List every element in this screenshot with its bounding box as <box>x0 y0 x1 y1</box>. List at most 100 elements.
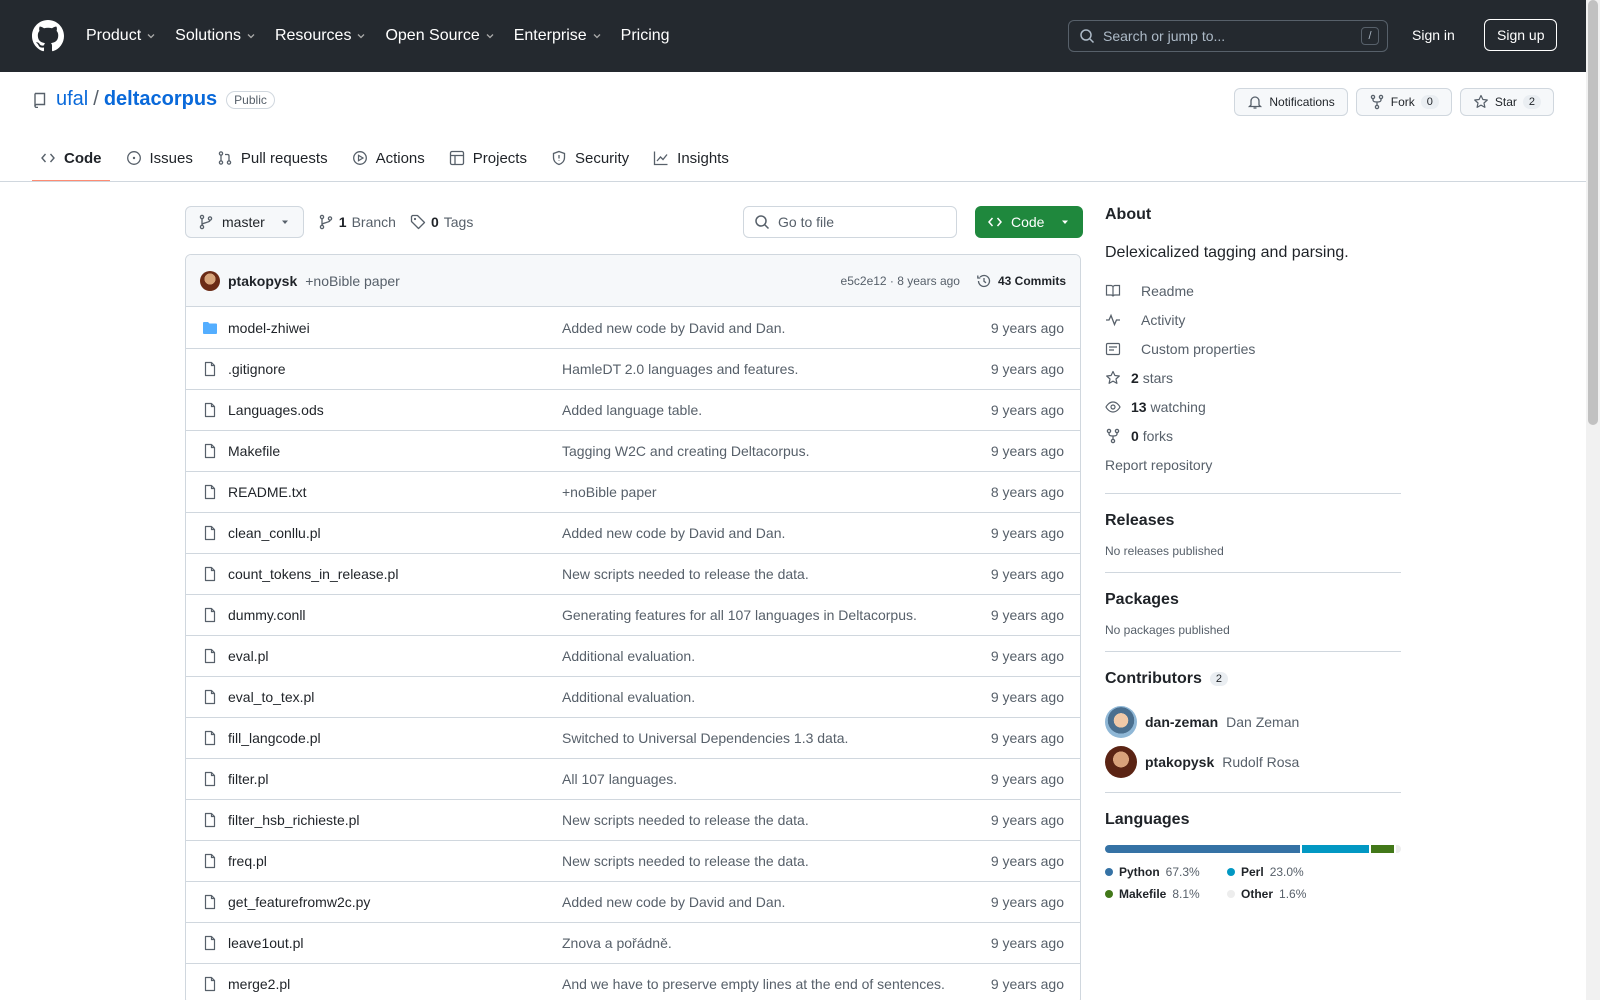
page-scrollbar[interactable] <box>1586 0 1600 1000</box>
commit-author-link[interactable]: ptakopysk <box>228 273 297 289</box>
file-row[interactable]: Languages.ods Added language table. 9 year… <box>186 389 1080 430</box>
file-name-link[interactable]: model-zhiwei <box>228 320 562 336</box>
nav-solutions[interactable]: Solutions <box>175 27 257 45</box>
file-name-link[interactable]: Makefile <box>228 443 562 459</box>
nav-product[interactable]: Product <box>86 27 157 45</box>
file-row[interactable]: fill_langcode.pl Switched to Universal De… <box>186 717 1080 758</box>
file-name-link[interactable]: dummy.conll <box>228 607 562 623</box>
language-item[interactable]: Makefile 8.1% <box>1105 883 1227 905</box>
global-search-input[interactable]: Search or jump to... / <box>1068 20 1388 52</box>
file-commit-message-link[interactable]: Additional evaluation. <box>562 689 991 705</box>
avatar[interactable] <box>200 270 220 291</box>
file-row[interactable]: .gitignore HamleDT 2.0 languages and feat… <box>186 348 1080 389</box>
file-name-link[interactable]: Languages.ods <box>228 402 562 418</box>
fork-button[interactable]: Fork 0 <box>1355 88 1452 116</box>
contributor-item[interactable]: dan-zeman Dan Zeman <box>1105 706 1401 738</box>
file-commit-message-link[interactable]: Additional evaluation. <box>562 648 991 664</box>
file-name-link[interactable]: get_featurefromw2c.py <box>228 894 562 910</box>
tags-link[interactable]: 0 Tags <box>410 214 473 230</box>
tab-projects[interactable]: Projects <box>441 140 535 176</box>
file-row[interactable]: Makefile Tagging W2C and creating Deltaco… <box>186 430 1080 471</box>
file-commit-message-link[interactable]: Switched to Universal Dependencies 1.3 d… <box>562 730 991 746</box>
file-row[interactable]: README.txt +noBible paper 8 years ago <box>186 471 1080 512</box>
file-row[interactable]: eval.pl Additional evaluation. 9 years ago <box>186 635 1080 676</box>
language-item[interactable]: Other 1.6% <box>1227 883 1349 905</box>
go-to-file-input[interactable]: Go to file <box>743 206 957 238</box>
scrollbar-thumb[interactable] <box>1588 0 1598 425</box>
file-row[interactable]: eval_to_tex.pl Additional evaluation. 9 ye… <box>186 676 1080 717</box>
branches-link[interactable]: 1 Branch <box>318 214 396 230</box>
file-name-link[interactable]: README.txt <box>228 484 562 500</box>
file-row[interactable]: clean_conllu.pl Added new code by David a… <box>186 512 1080 553</box>
packages-heading[interactable]: Packages <box>1105 591 1401 609</box>
file-name-link[interactable]: filter_hsb_richieste.pl <box>228 812 562 828</box>
file-name-link[interactable]: fill_langcode.pl <box>228 730 562 746</box>
tab-security[interactable]: Security <box>543 140 637 176</box>
file-commit-message-link[interactable]: New scripts needed to release the data. <box>562 566 991 582</box>
file-row[interactable]: count_tokens_in_release.pl New scripts ne… <box>186 553 1080 594</box>
file-row[interactable]: get_featurefromw2c.py Added new code by D… <box>186 881 1080 922</box>
file-commit-message-link[interactable]: Znova a pořádně. <box>562 935 991 951</box>
file-row[interactable]: leave1out.pl Znova a pořádně. 9 years ago <box>186 922 1080 963</box>
tab-pull-requests[interactable]: Pull requests <box>209 140 336 176</box>
tab-actions[interactable]: Actions <box>344 140 433 176</box>
file-row[interactable]: model-zhiwei Added new code by David and … <box>186 307 1080 348</box>
contributors-heading[interactable]: Contributors 2 <box>1105 670 1401 688</box>
file-commit-message-link[interactable]: Added language table. <box>562 402 991 418</box>
file-name-link[interactable]: .gitignore <box>228 361 562 377</box>
file-commit-message-link[interactable]: HamleDT 2.0 languages and features. <box>562 361 991 377</box>
file-name-link[interactable]: filter.pl <box>228 771 562 787</box>
sign-up-button[interactable]: Sign up <box>1484 19 1558 51</box>
file-name-link[interactable]: leave1out.pl <box>228 935 562 951</box>
github-logo-icon[interactable] <box>32 20 64 52</box>
file-name-link[interactable]: merge2.pl <box>228 976 562 992</box>
file-name-link[interactable]: eval.pl <box>228 648 562 664</box>
file-row[interactable]: filter.pl All 107 languages. 9 years ago <box>186 758 1080 799</box>
file-row[interactable]: dummy.conll Generating features for all 1… <box>186 594 1080 635</box>
notifications-button[interactable]: Notifications <box>1234 88 1348 116</box>
readme-link[interactable]: Readme <box>1105 276 1401 305</box>
language-item[interactable]: Python 67.3% <box>1105 861 1227 883</box>
nav-pricing[interactable]: Pricing <box>621 27 670 45</box>
file-commit-message-link[interactable]: Tagging W2C and creating Deltacorpus. <box>562 443 991 459</box>
file-name-link[interactable]: eval_to_tex.pl <box>228 689 562 705</box>
file-commit-message-link[interactable]: +noBible paper <box>562 484 991 500</box>
file-commit-message-link[interactable]: Added new code by David and Dan. <box>562 894 991 910</box>
activity-link[interactable]: Activity <box>1105 305 1401 334</box>
commit-message-link[interactable]: +noBible paper <box>305 273 400 289</box>
contributor-item[interactable]: ptakopysk Rudolf Rosa <box>1105 746 1401 778</box>
sign-in-link[interactable]: Sign in <box>1412 27 1455 43</box>
file-commit-message-link[interactable]: Generating features for all 107 language… <box>562 607 991 623</box>
file-row[interactable]: filter_hsb_richieste.pl New scripts neede… <box>186 799 1080 840</box>
commit-sha-age[interactable]: e5c2e12 · 8 years ago <box>841 274 960 288</box>
watching-link[interactable]: 13 watching <box>1105 392 1401 421</box>
repo-owner-link[interactable]: ufal <box>56 88 88 111</box>
repo-name-link[interactable]: deltacorpus <box>104 88 217 111</box>
report-repository-link[interactable]: Report repository <box>1105 450 1401 479</box>
file-row[interactable]: freq.pl New scripts needed to release the… <box>186 840 1080 881</box>
custom-properties-link[interactable]: Custom properties <box>1105 334 1401 363</box>
file-commit-message-link[interactable]: New scripts needed to release the data. <box>562 853 991 869</box>
commits-history-link[interactable]: 43 Commits <box>976 273 1066 289</box>
file-name-link[interactable]: count_tokens_in_release.pl <box>228 566 562 582</box>
file-commit-message-link[interactable]: New scripts needed to release the data. <box>562 812 991 828</box>
tab-code[interactable]: Code <box>32 140 110 182</box>
file-commit-message-link[interactable]: And we have to preserve empty lines at t… <box>562 976 991 992</box>
file-row[interactable]: merge2.pl And we have to preserve empty l… <box>186 963 1080 1000</box>
releases-heading[interactable]: Releases <box>1105 512 1401 530</box>
star-button[interactable]: Star 2 <box>1459 88 1554 116</box>
tab-insights[interactable]: Insights <box>645 140 737 176</box>
forks-link[interactable]: 0 forks <box>1105 421 1401 450</box>
language-item[interactable]: Perl 23.0% <box>1227 861 1349 883</box>
file-name-link[interactable]: clean_conllu.pl <box>228 525 562 541</box>
nav-enterprise[interactable]: Enterprise <box>514 27 603 45</box>
file-commit-message-link[interactable]: Added new code by David and Dan. <box>562 320 991 336</box>
tab-issues[interactable]: Issues <box>118 140 201 176</box>
code-dropdown-button[interactable]: Code <box>975 206 1083 238</box>
file-name-link[interactable]: freq.pl <box>228 853 562 869</box>
file-commit-message-link[interactable]: All 107 languages. <box>562 771 991 787</box>
nav-resources[interactable]: Resources <box>275 27 367 45</box>
nav-open-source[interactable]: Open Source <box>385 27 495 45</box>
stars-link[interactable]: 2 stars <box>1105 363 1401 392</box>
file-commit-message-link[interactable]: Added new code by David and Dan. <box>562 525 991 541</box>
